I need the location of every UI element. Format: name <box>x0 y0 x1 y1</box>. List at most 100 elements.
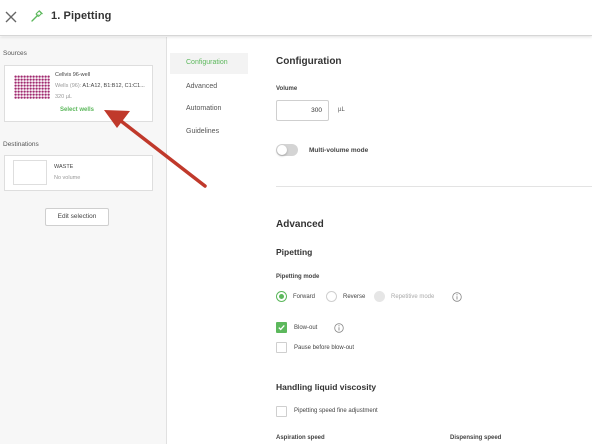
advanced-heading: Advanced <box>276 219 324 230</box>
well-dot <box>26 96 29 99</box>
info-icon[interactable] <box>452 292 462 302</box>
well-dot <box>41 78 44 81</box>
tab-advanced[interactable]: Advanced <box>186 83 217 90</box>
well-dot <box>32 93 35 96</box>
radio-reverse[interactable] <box>326 291 337 302</box>
checkmark-icon <box>278 324 285 331</box>
fine-adjust-label: Pipetting speed fine adjustment <box>294 408 378 414</box>
well-dot <box>17 93 20 96</box>
well-dot <box>47 90 50 93</box>
well-dot <box>26 87 29 90</box>
well-dot <box>44 87 47 90</box>
viscosity-heading: Handling liquid viscosity <box>276 382 377 392</box>
well-dot <box>23 78 26 81</box>
well-dot <box>23 87 26 90</box>
radio-forward-label: Forward <box>293 294 316 300</box>
well-dot <box>14 78 17 81</box>
aspiration-speed-label: Aspiration speed <box>276 435 325 441</box>
well-dot <box>32 78 35 81</box>
well-dot <box>17 90 20 93</box>
well-dot <box>35 78 38 81</box>
well-dot <box>29 84 32 87</box>
close-icon[interactable] <box>4 10 18 24</box>
well-dot <box>20 84 23 87</box>
well-dot <box>47 87 50 90</box>
select-wells-link[interactable]: Select wells <box>60 107 94 113</box>
well-dot <box>23 81 26 84</box>
well-dot <box>44 75 47 78</box>
source-name: Cellvis 96-well <box>55 72 91 78</box>
volume-input[interactable]: 300 <box>276 100 329 121</box>
well-dot <box>35 90 38 93</box>
radio-forward[interactable] <box>276 291 287 302</box>
well-dot <box>44 96 47 99</box>
destination-thumbnail <box>13 160 47 185</box>
sources-label: Sources <box>3 50 27 57</box>
multi-volume-toggle[interactable] <box>276 144 298 156</box>
pause-checkbox[interactable] <box>276 342 287 353</box>
well-dot <box>17 96 20 99</box>
fine-adjust-checkbox[interactable] <box>276 406 287 417</box>
well-dot <box>38 93 41 96</box>
well-dot <box>41 84 44 87</box>
well-dot <box>29 90 32 93</box>
pause-label: Pause before blow-out <box>294 345 355 351</box>
well-dot <box>47 78 50 81</box>
blowout-checkbox[interactable] <box>276 322 287 333</box>
well-dot <box>20 96 23 99</box>
well-dot <box>38 96 41 99</box>
well-dot <box>17 75 20 78</box>
well-dot <box>41 96 44 99</box>
pipetting-heading: Pipetting <box>276 247 313 257</box>
radio-reverse-label: Reverse <box>343 294 366 300</box>
well-dot <box>44 93 47 96</box>
destinations-label: Destinations <box>3 141 39 148</box>
well-dot <box>29 81 32 84</box>
well-dot <box>29 93 32 96</box>
well-dot <box>20 93 23 96</box>
page-title: 1. Pipetting <box>51 10 112 22</box>
source-volume: 320 µL <box>55 94 72 100</box>
well-dot <box>47 81 50 84</box>
volume-label: Volume <box>276 86 298 92</box>
radio-repetitive <box>374 291 385 302</box>
well-dot <box>14 93 17 96</box>
source-card[interactable]: Cellvis 96-well Wells (96): A1:A12, B1:B… <box>4 65 153 122</box>
well-dot <box>32 81 35 84</box>
well-dot <box>35 75 38 78</box>
well-dot <box>26 78 29 81</box>
well-dot <box>20 87 23 90</box>
selection-sidebar: Sources Cellvis 96-well Wells (96): A1:A… <box>0 37 167 444</box>
well-dot <box>38 87 41 90</box>
well-dot <box>14 90 17 93</box>
destination-card[interactable]: WASTE No volume <box>4 155 153 191</box>
well-dot <box>26 93 29 96</box>
multi-volume-label: Multi-volume mode <box>309 147 369 154</box>
well-dot <box>47 84 50 87</box>
well-dot <box>38 81 41 84</box>
well-dot <box>23 75 26 78</box>
info-icon[interactable] <box>334 323 344 333</box>
well-dot <box>29 75 32 78</box>
tab-guidelines[interactable]: Guidelines <box>186 128 219 135</box>
well-dot <box>23 93 26 96</box>
well-dot <box>29 78 32 81</box>
tab-automation[interactable]: Automation <box>186 105 221 112</box>
well-dot <box>41 93 44 96</box>
well-dot <box>14 96 17 99</box>
well-dot <box>20 75 23 78</box>
well-dot <box>29 87 32 90</box>
well-dot <box>23 96 26 99</box>
well-dot <box>44 84 47 87</box>
edit-selection-button[interactable]: Edit selection <box>45 208 109 226</box>
well-dot <box>17 84 20 87</box>
tab-configuration[interactable]: Configuration <box>186 59 228 66</box>
pipette-icon <box>31 10 43 22</box>
well-dot <box>23 84 26 87</box>
well-dot <box>35 93 38 96</box>
wells-prefix: Wells (96): <box>55 83 82 89</box>
top-bar: 1. Pipetting <box>0 0 592 36</box>
well-dot <box>35 96 38 99</box>
well-dot <box>23 90 26 93</box>
well-dot <box>35 84 38 87</box>
